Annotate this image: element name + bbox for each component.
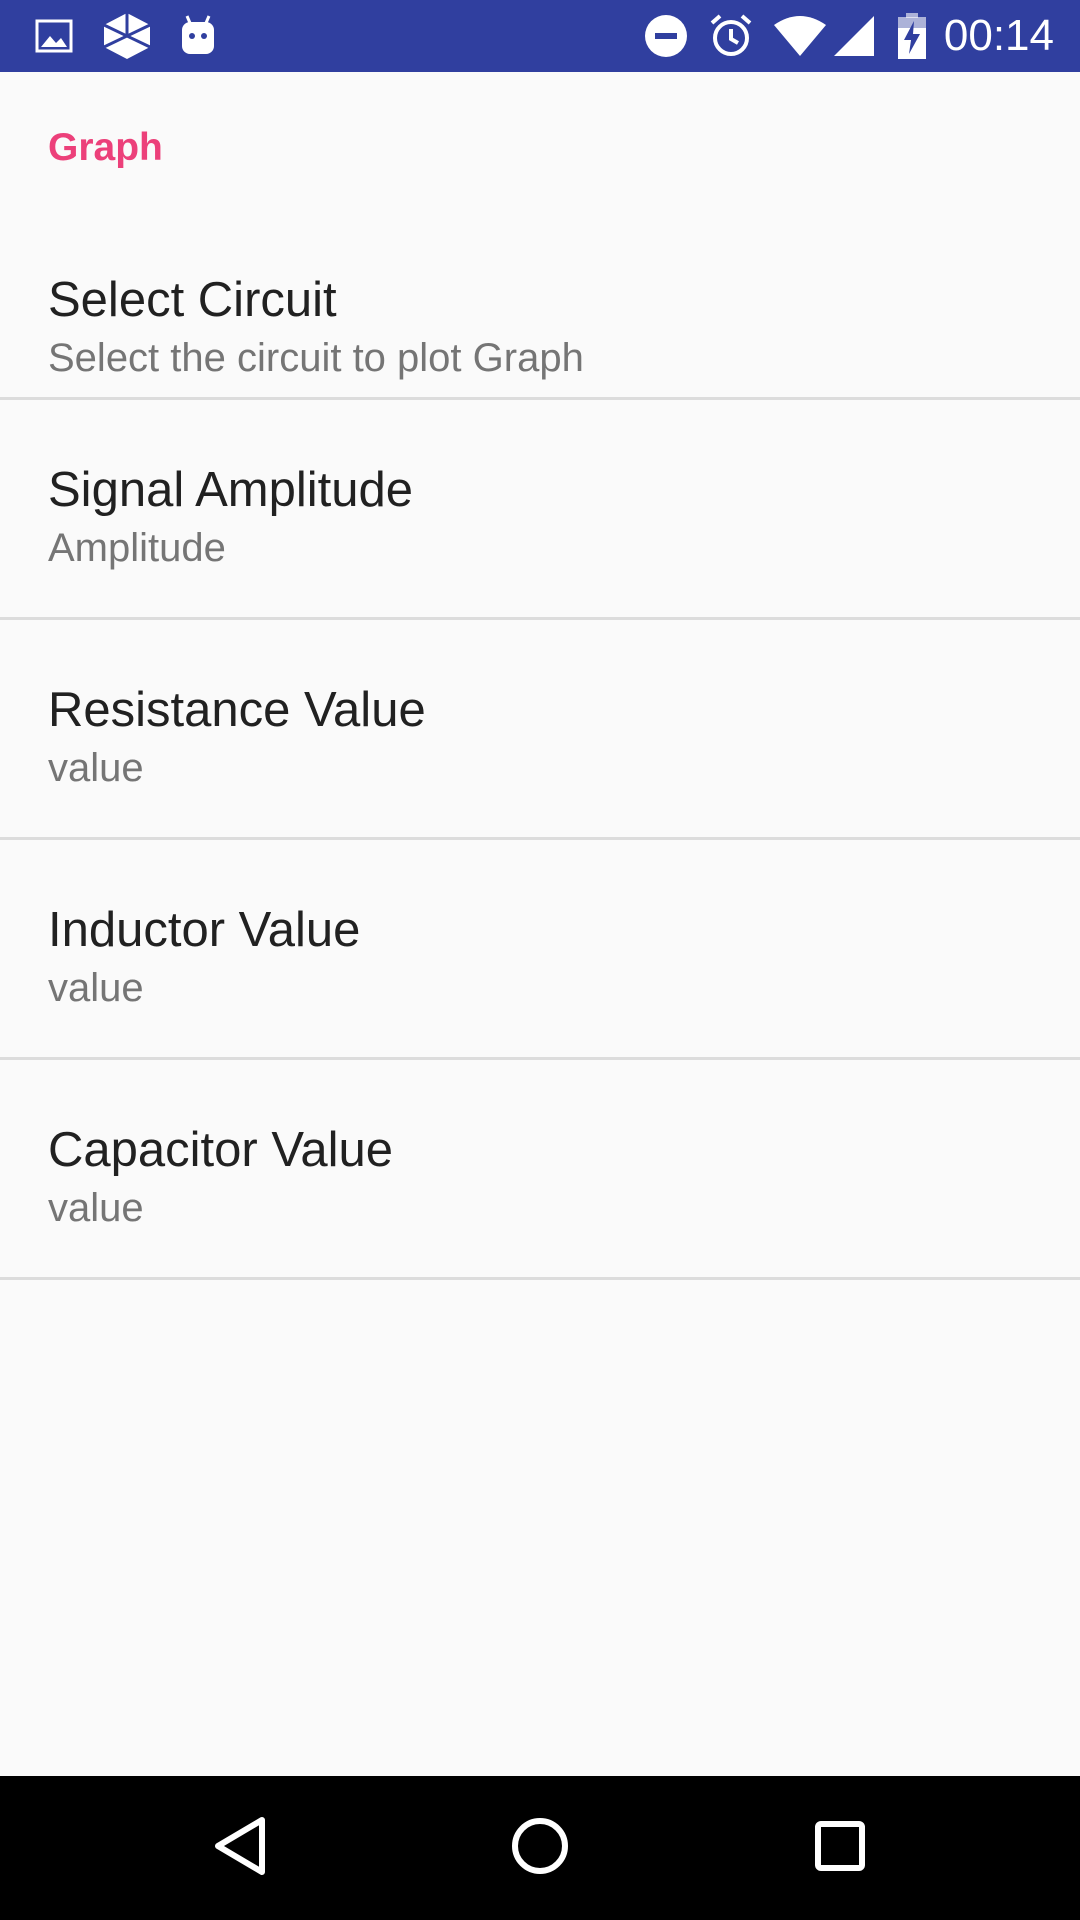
status-time: 00:14 [943,11,1054,60]
image-icon [30,12,78,60]
app-diamond-icon [100,12,154,60]
do-not-disturb-icon [642,12,690,60]
recents-button[interactable] [790,1798,890,1898]
pref-title: Select Circuit [48,273,337,327]
navigation-bar [0,1776,1080,1920]
recents-icon [814,1820,866,1877]
pref-capacitor-value[interactable]: Capacitor Value value [0,1060,1080,1280]
pref-signal-amplitude[interactable]: Signal Amplitude Amplitude [0,400,1080,620]
pref-title: Signal Amplitude [48,463,414,517]
category-title: Graph [48,126,163,169]
signal-icon [832,12,876,60]
back-icon [212,1816,268,1881]
home-icon [510,1816,570,1881]
pref-summary: Amplitude [48,526,226,570]
preferences-list: Graph Select Circuit Select the circuit … [0,72,1080,1280]
battery-charging-icon [894,12,930,60]
back-button[interactable] [190,1798,290,1898]
pref-select-circuit[interactable]: Select Circuit Select the circuit to plo… [0,226,1080,400]
pref-summary: value [48,1186,144,1230]
alarm-icon [706,12,756,60]
home-button[interactable] [490,1798,590,1898]
pref-summary: value [48,966,144,1010]
preference-category-graph: Graph [0,72,1080,226]
settings-screen: 00:14 Graph Select Circuit Select the ci… [0,0,1080,1920]
pref-title: Capacitor Value [48,1123,394,1177]
pref-resistance-value[interactable]: Resistance Value value [0,620,1080,840]
pref-summary: value [48,746,144,790]
pref-title: Inductor Value [48,903,361,957]
pref-inductor-value[interactable]: Inductor Value value [0,840,1080,1060]
wifi-icon [772,12,828,60]
status-bar: 00:14 [0,0,1080,72]
pref-title: Resistance Value [48,683,426,737]
pref-summary: Select the circuit to plot Graph [48,336,584,380]
android-icon [176,12,220,60]
